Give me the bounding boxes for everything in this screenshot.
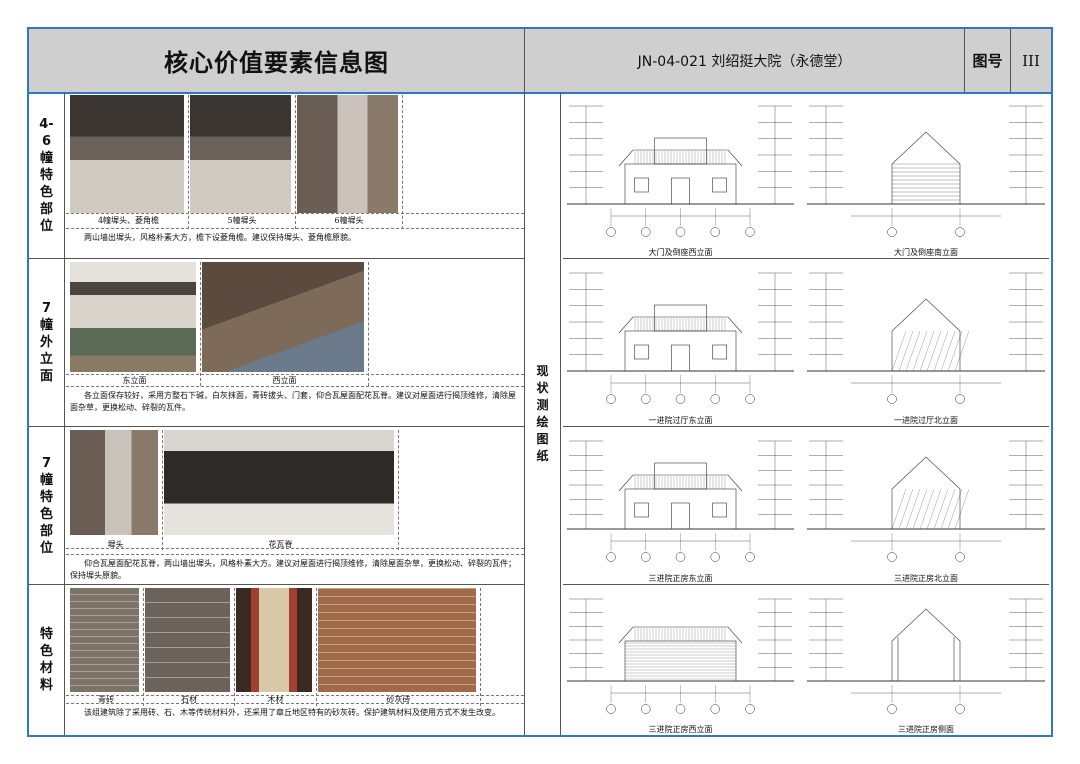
- elevation-drawing: 三进院正房西立面: [563, 589, 798, 735]
- drawing-number: III: [1022, 51, 1040, 70]
- section-description: 该组建筑除了采用砖、石、木等传统材料外，还采用了章丘地区特有的砂灰砖。保护建筑材…: [66, 703, 524, 735]
- elevation-drawing: 三进院正房东立面: [563, 431, 798, 584]
- drawing-caption: 大门及倒座西立面: [648, 248, 713, 257]
- photo-item: 花瓦脊: [163, 430, 399, 550]
- drawing-row: 三进院正房西立面 三进院正房侧面: [563, 585, 1049, 735]
- sheet-title: 核心价值要素信息图: [29, 29, 525, 92]
- drawing-caption: 一进院过厅北立面: [894, 416, 958, 425]
- survey-drawings-label: 现状测绘图纸: [525, 92, 561, 735]
- photo-item: 木材: [235, 588, 317, 706]
- photo-east-facade: [70, 262, 196, 372]
- elevation-svg: [807, 440, 1045, 562]
- photo-west-facade: [202, 262, 364, 372]
- drawings-panel: 大门及倒座西立面 大门及倒座南立面 一进院过厅东立面 一进院过厅北立面 三进院正…: [561, 92, 1051, 735]
- photo-caption: 西立面: [272, 376, 297, 385]
- photo-item: 东立面: [69, 262, 201, 386]
- photo-item: 墀头: [69, 430, 163, 550]
- elevation-svg: [807, 272, 1045, 404]
- elevation-drawing: 大门及倒座西立面: [563, 96, 798, 258]
- elevation-svg: [807, 105, 1045, 237]
- photo-gable-6: [297, 95, 398, 213]
- project-code: JN-04-021 刘绍挺大院（永德堂）: [525, 29, 965, 92]
- elevation-svg: [567, 440, 794, 562]
- drawing-caption: 大门及倒座南立面: [894, 248, 958, 257]
- photo-caption: 6幢墀头: [334, 216, 364, 225]
- elevation-drawing: 一进院过厅北立面: [803, 263, 1049, 426]
- drawing-caption: 三进院正房侧面: [898, 725, 954, 734]
- drawing-number-label: 图号: [965, 29, 1011, 92]
- photo-caption: 4幢墀头、菱角檐: [97, 216, 160, 225]
- section-materials: 特色材料 青砖 石材 木材 砂灰砖 该组建筑除了采用砖、石、木等传统材料外，还采…: [29, 585, 524, 735]
- photo-gable-7: [70, 430, 158, 535]
- section-description: 仰合瓦屋面配花瓦脊，两山墙出墀头，风格朴素大方。建议对屋面进行揭顶维修，清除屋面…: [66, 554, 524, 584]
- section-description: 各立面保存较好，采用方整石下碱，白灰抹面，青砖拔头、门套，仰合瓦屋面配花瓦脊。建…: [66, 386, 524, 426]
- photo-item: 6幢墀头: [296, 95, 403, 229]
- elevation-drawing: 一进院过厅东立面: [563, 263, 798, 426]
- photo-item: 砂灰砖: [317, 588, 481, 706]
- elevation-svg: [567, 272, 794, 404]
- photo-item: 5幢墀头: [189, 95, 296, 229]
- elevation-svg: [567, 105, 794, 237]
- photo-panel: 4-6幢特色部位 4幢墀头、菱角檐 5幢墀头 6幢墀头 两山墙出墀头，风格朴素大…: [29, 92, 525, 735]
- section-description: 两山墙出墀头，风格朴素大方，檐下设菱角檐。建议保持墀头、菱角檐原貌。: [66, 228, 524, 258]
- drawing-row: 一进院过厅东立面 一进院过厅北立面: [563, 259, 1049, 427]
- section-building-7-features: 7幢特色部位 墀头 花瓦脊 仰合瓦屋面配花瓦脊，两山墙出墀头，风格朴素大方。建议…: [29, 427, 524, 585]
- photo-item: 石材: [144, 588, 235, 706]
- photo-gable-eave-4: [70, 95, 184, 213]
- photo-wood: [236, 588, 312, 692]
- drawing-row: 大门及倒座西立面 大门及倒座南立面: [563, 92, 1049, 259]
- drawing-caption: 三进院正房北立面: [894, 574, 958, 583]
- section-buildings-4-6: 4-6幢特色部位 4幢墀头、菱角檐 5幢墀头 6幢墀头 两山墙出墀头，风格朴素大…: [29, 92, 524, 259]
- section-label: 7幢特色部位: [39, 455, 53, 556]
- elevation-svg: [567, 598, 794, 714]
- elevation-drawing: 三进院正房侧面: [803, 589, 1049, 735]
- photo-item: 4幢墀头、菱角檐: [69, 95, 189, 229]
- section-building-7-facade: 7幢外立面 东立面 西立面 各立面保存较好，采用方整石下碱，白灰抹面，青砖拔头、…: [29, 259, 524, 427]
- drawing-caption: 三进院正房西立面: [648, 725, 713, 734]
- drawing-caption: 三进院正房东立面: [648, 574, 713, 583]
- drawing-row: 三进院正房东立面 三进院正房北立面: [563, 427, 1049, 585]
- photo-caption: 东立面: [122, 376, 147, 385]
- photo-gable-5: [190, 95, 291, 213]
- elevation-svg: [807, 598, 1045, 714]
- section-label: 7幢外立面: [39, 301, 53, 384]
- section-label: 特色材料: [39, 627, 53, 693]
- title-bar: 核心价值要素信息图 JN-04-021 刘绍挺大院（永德堂） 图号 III: [29, 29, 1051, 94]
- elevation-drawing: 三进院正房北立面: [803, 431, 1049, 584]
- drawing-sheet: 核心价值要素信息图 JN-04-021 刘绍挺大院（永德堂） 图号 III 4-…: [27, 27, 1053, 737]
- elevation-drawing: 大门及倒座南立面: [803, 96, 1049, 258]
- drawing-caption: 一进院过厅东立面: [648, 416, 713, 425]
- photo-stone: [145, 588, 230, 692]
- photo-sand-lime-brick: [318, 588, 476, 692]
- section-label: 4-6幢特色部位: [39, 116, 54, 234]
- photo-item: 西立面: [201, 262, 369, 386]
- photo-grey-brick: [70, 588, 139, 692]
- photo-flower-tile-ridge: [164, 430, 394, 535]
- photo-item: 青砖: [69, 588, 144, 706]
- photo-caption: 5幢墀头: [227, 216, 257, 225]
